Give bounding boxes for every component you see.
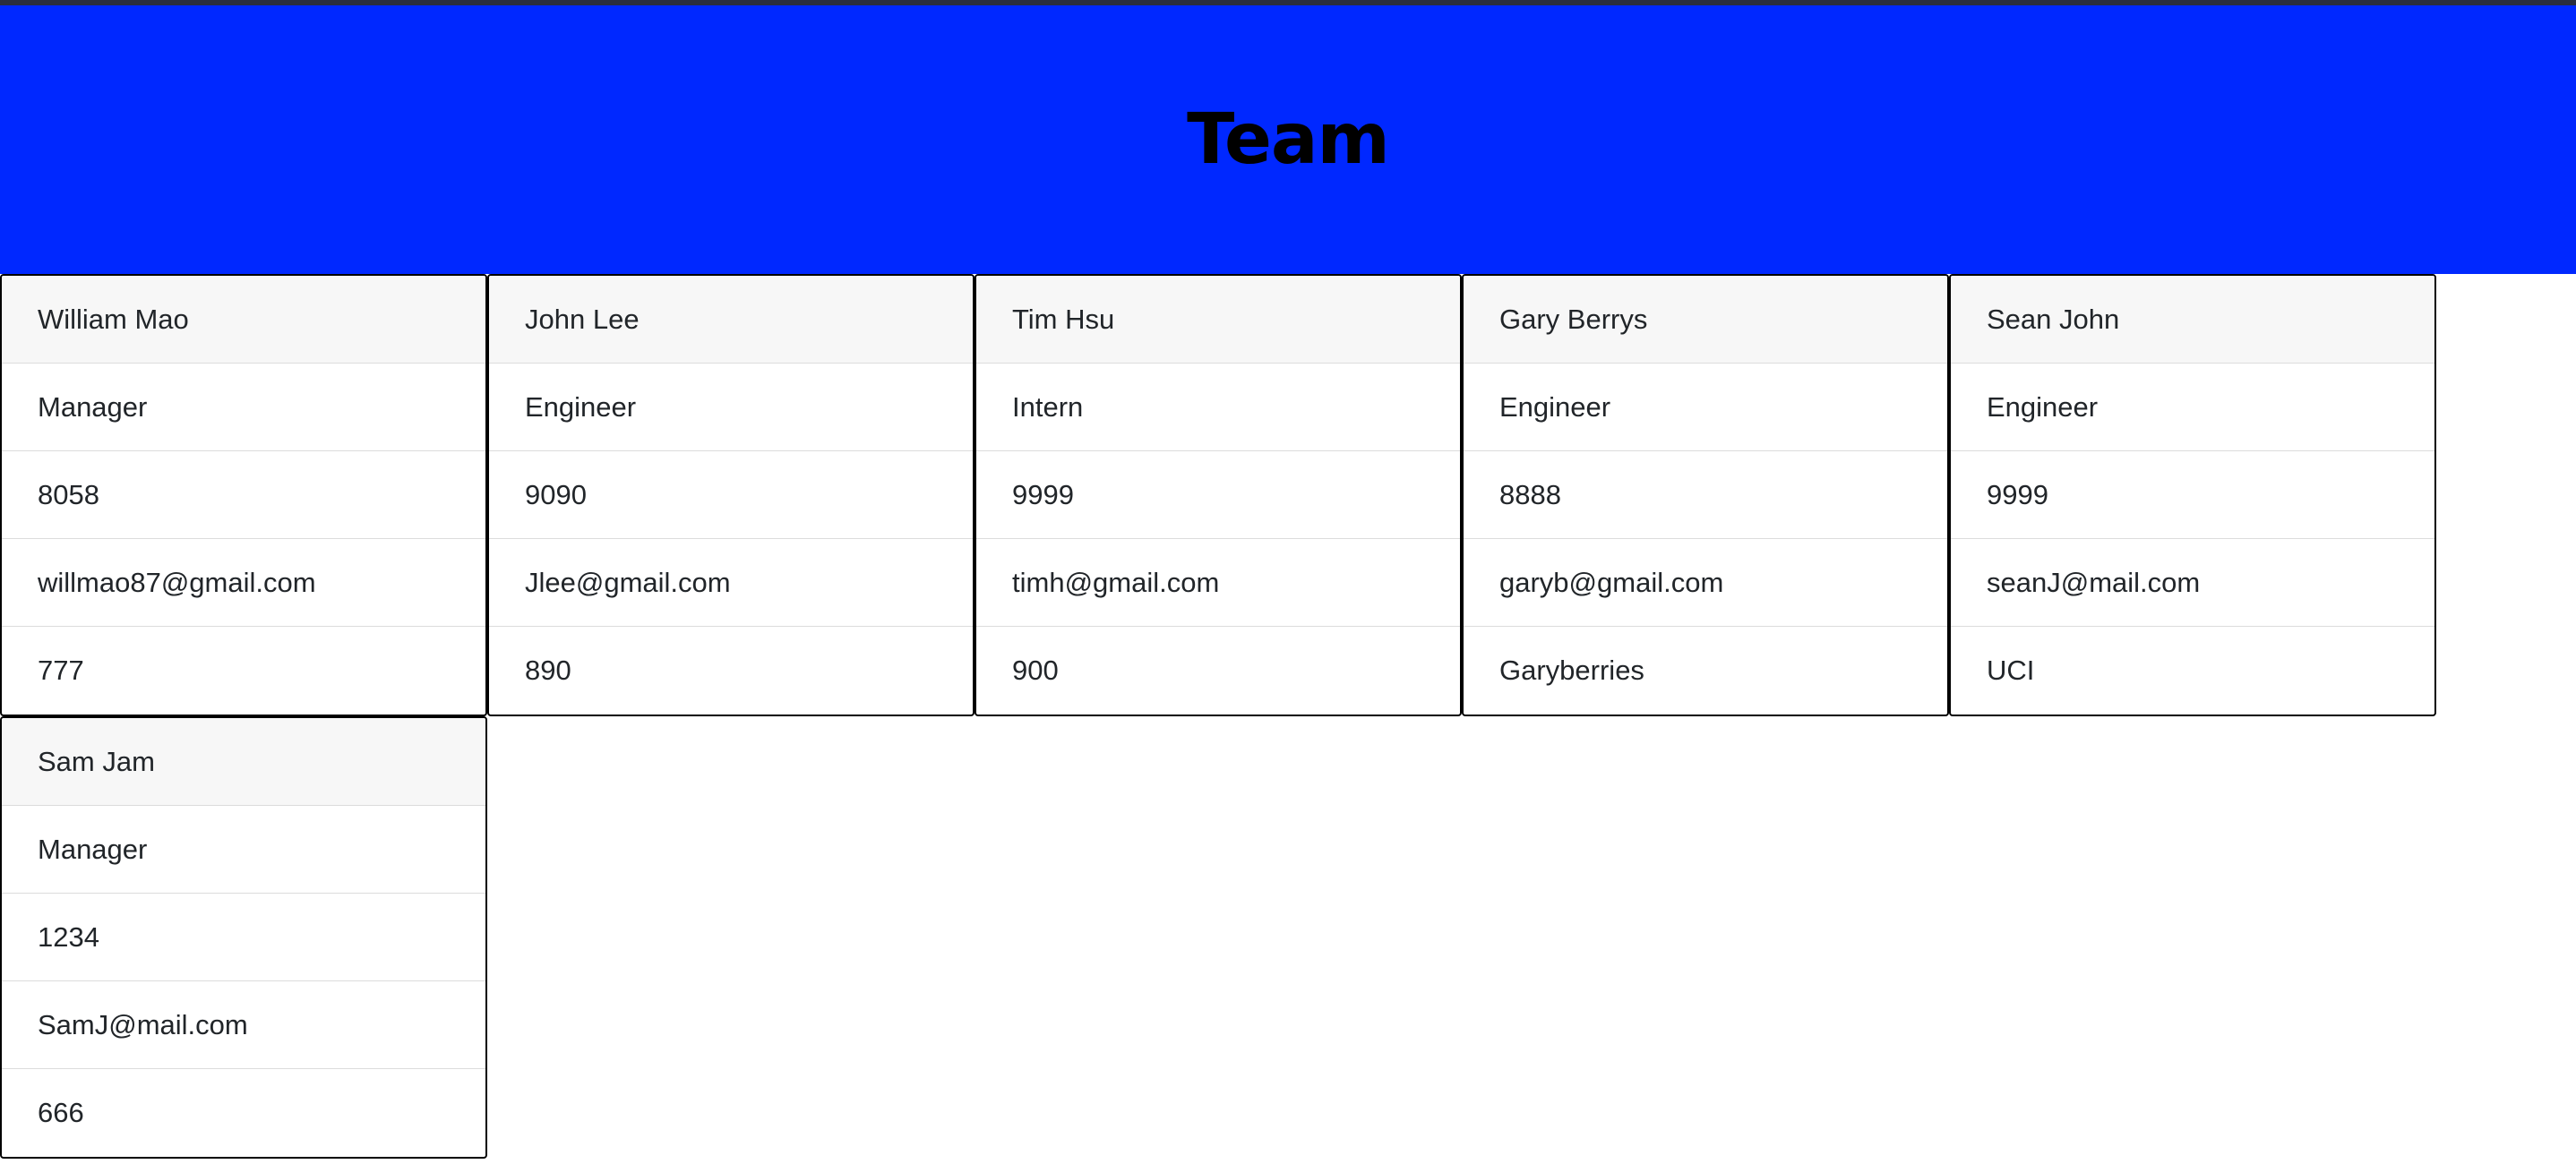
employee-role: Engineer	[489, 364, 973, 451]
employee-card: Sam Jam Manager 1234 SamJ@mail.com 666	[0, 716, 487, 1159]
employee-role: Intern	[976, 364, 1460, 451]
employee-email: timh@gmail.com	[976, 539, 1460, 627]
employee-name: John Lee	[489, 276, 973, 364]
employee-card: Tim Hsu Intern 9999 timh@gmail.com 900	[975, 274, 1462, 716]
employee-extra: 890	[525, 655, 571, 686]
employee-email: SamJ@mail.com	[2, 981, 485, 1069]
employee-extra: 900	[1012, 655, 1059, 686]
employee-email: willmao87@gmail.com	[2, 539, 485, 627]
employee-extra: 666	[38, 1097, 84, 1128]
employee-card: William Mao Manager 8058 willmao87@gmail…	[0, 274, 487, 716]
employee-role: Engineer	[1951, 364, 2434, 451]
employee-id: 9999	[1951, 451, 2434, 539]
employee-name: Sean John	[1951, 276, 2434, 364]
employee-extra: 777	[38, 655, 84, 686]
team-cards: William Mao Manager 8058 willmao87@gmail…	[0, 274, 2436, 1159]
employee-id: 8888	[1464, 451, 1947, 539]
employee-role: Manager	[2, 806, 485, 894]
page-header: Team	[0, 5, 2576, 274]
employee-id: 1234	[2, 894, 485, 981]
page-title: Team	[1187, 99, 1390, 180]
employee-id: 8058	[2, 451, 485, 539]
employee-name: Tim Hsu	[976, 276, 1460, 364]
employee-extra: Garyberries	[1499, 655, 1644, 686]
employee-email: Jlee@gmail.com	[489, 539, 973, 627]
employee-email: garyb@gmail.com	[1464, 539, 1947, 627]
employee-name: Gary Berrys	[1464, 276, 1947, 364]
employee-card: Sean John Engineer 9999 seanJ@mail.com U…	[1949, 274, 2436, 716]
employee-id: 9999	[976, 451, 1460, 539]
employee-email: seanJ@mail.com	[1951, 539, 2434, 627]
employee-extra: UCI	[1987, 655, 2035, 686]
employee-card: Gary Berrys Engineer 8888 garyb@gmail.co…	[1462, 274, 1949, 716]
employee-name: Sam Jam	[2, 718, 485, 806]
employee-role: Engineer	[1464, 364, 1947, 451]
employee-name: William Mao	[2, 276, 485, 364]
employee-card: John Lee Engineer 9090 Jlee@gmail.com 89…	[487, 274, 975, 716]
employee-id: 9090	[489, 451, 973, 539]
employee-role: Manager	[2, 364, 485, 451]
